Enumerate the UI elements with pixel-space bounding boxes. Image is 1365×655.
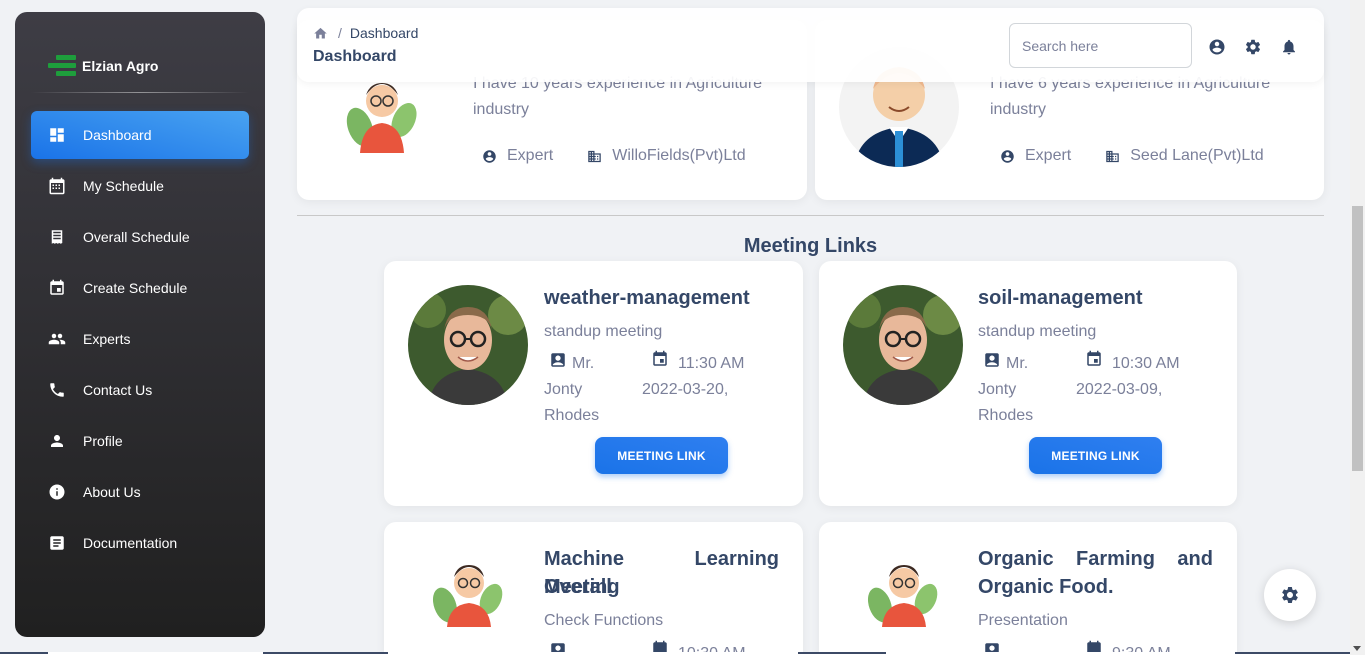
- breadcrumb: / Dashboard: [313, 25, 418, 41]
- sidebar-item-contact-us[interactable]: Contact Us: [31, 366, 249, 414]
- schedule-icon: [47, 176, 67, 196]
- host-last-name: Rhodes: [544, 407, 600, 424]
- top-navbar: / Dashboard Dashboard: [297, 8, 1324, 82]
- expert-role: Expert: [1025, 147, 1072, 164]
- meeting-title-line-2: Organic Food.: [978, 576, 1114, 598]
- meeting-title-line-2: Meeting: [544, 576, 620, 598]
- bell-icon[interactable]: [1280, 38, 1298, 56]
- sidebar-item-profile[interactable]: Profile: [31, 417, 249, 465]
- meeting-type: standup meeting: [978, 323, 1097, 340]
- vertical-scrollbar[interactable]: [1350, 0, 1365, 655]
- gear-icon[interactable]: [1244, 38, 1262, 56]
- scrollbar-thumb[interactable]: [1352, 206, 1363, 471]
- section-divider: [297, 215, 1324, 216]
- sidebar-item-label: Documentation: [83, 535, 178, 551]
- contact-card-icon: [983, 351, 1001, 369]
- meeting-time: 11:30 AM: [678, 355, 745, 372]
- business-icon: [1106, 150, 1119, 162]
- host-first-name: Jonty: [978, 381, 1017, 398]
- account-circle-icon: [1001, 149, 1014, 163]
- page-title: Dashboard: [313, 48, 397, 65]
- section-title: Meeting Links: [743, 235, 878, 257]
- expert-role: Expert: [507, 147, 554, 164]
- people-icon: [47, 329, 67, 349]
- sidebar: Elzian Agro Dashboard My Schedule Overal…: [15, 12, 265, 637]
- meeting-time: 10:30 AM: [1112, 355, 1180, 372]
- sidebar-item-label: Dashboard: [83, 127, 152, 143]
- sidebar-item-label: Contact Us: [83, 382, 153, 398]
- sidebar-item-label: Profile: [83, 433, 123, 449]
- sidebar-item-overall-schedule[interactable]: Overall Schedule: [31, 213, 249, 261]
- meeting-title: weather-management: [544, 287, 750, 309]
- host-avatar: [843, 285, 963, 405]
- host-last-name: Rhodes: [978, 407, 1034, 424]
- meeting-type: Presentation: [978, 612, 1068, 629]
- account-icon[interactable]: [1208, 38, 1226, 56]
- host-title: Mr.: [572, 355, 595, 372]
- sidebar-item-dashboard[interactable]: Dashboard: [31, 111, 249, 159]
- expert-meta: Expert WilloFields(Pvt)Ltd: [482, 147, 746, 165]
- dashboard-icon: [47, 125, 67, 145]
- breadcrumb-separator: /: [338, 25, 342, 41]
- sidebar-divider: [31, 92, 249, 93]
- document-icon: [47, 533, 67, 553]
- event-calendar-icon: [1085, 350, 1103, 368]
- sidebar-item-label: Overall Schedule: [83, 229, 190, 245]
- phone-icon: [47, 380, 67, 400]
- sidebar-item-label: About Us: [83, 484, 141, 500]
- meeting-title-line-1: Organic Farming and: [978, 548, 1213, 570]
- info-icon: [47, 482, 67, 502]
- sidebar-item-documentation[interactable]: Documentation: [31, 519, 249, 567]
- meeting-type: standup meeting: [544, 323, 663, 340]
- host-avatar: [864, 555, 944, 627]
- sidebar-item-label: Experts: [83, 331, 131, 347]
- business-icon: [588, 150, 601, 162]
- expert-company: WilloFields(Pvt)Ltd: [612, 147, 746, 164]
- meeting-title: soil-management: [978, 287, 1143, 309]
- brand-logo-icon: [48, 52, 76, 80]
- meeting-link-button[interactable]: MEETING LINK: [1029, 437, 1162, 474]
- receipt-icon: [47, 227, 67, 247]
- meeting-type: Check Functions: [544, 612, 664, 629]
- home-icon[interactable]: [313, 26, 328, 41]
- sidebar-item-label: My Schedule: [83, 178, 164, 194]
- meeting-date: 2022-03-09,: [1076, 381, 1163, 398]
- sidebar-item-experts[interactable]: Experts: [31, 315, 249, 363]
- meeting-card: Organic Farming and Organic Food. Presen…: [819, 522, 1237, 655]
- brand-name: Elzian Agro: [82, 57, 159, 74]
- sidebar-item-label: Create Schedule: [83, 280, 188, 296]
- gear-icon: [1282, 587, 1298, 603]
- meeting-link-button[interactable]: MEETING LINK: [595, 437, 728, 474]
- person-icon: [47, 431, 67, 451]
- sidebar-item-my-schedule[interactable]: My Schedule: [31, 162, 249, 210]
- meeting-card: weather-management standup meeting Mr. J…: [384, 261, 803, 506]
- account-circle-icon: [483, 149, 496, 163]
- host-first-name: Jonty: [544, 381, 583, 398]
- contact-card-icon: [549, 351, 567, 369]
- meeting-card: Machine Learning Overall Meeting Check F…: [384, 522, 803, 655]
- configurator-button[interactable]: [1264, 569, 1316, 621]
- expert-company: Seed Lane(Pvt)Ltd: [1130, 147, 1264, 164]
- brand[interactable]: Elzian Agro: [15, 12, 265, 92]
- scroll-down-arrow-icon[interactable]: [1353, 646, 1361, 651]
- search-input[interactable]: [1009, 23, 1192, 68]
- sidebar-nav: Dashboard My Schedule Overall Schedule C…: [15, 111, 265, 567]
- event-calendar-icon: [651, 350, 669, 368]
- sidebar-item-create-schedule[interactable]: Create Schedule: [31, 264, 249, 312]
- breadcrumb-current: Dashboard: [349, 25, 419, 41]
- meeting-date: 2022-03-20,: [642, 381, 729, 398]
- calendar-icon: [47, 278, 67, 298]
- host-avatar: [408, 285, 528, 405]
- host-avatar: [429, 555, 509, 627]
- host-title: Mr.: [1006, 355, 1029, 372]
- sidebar-item-about-us[interactable]: About Us: [31, 468, 249, 516]
- meeting-card: soil-management standup meeting Mr. Jont…: [819, 261, 1237, 506]
- expert-meta: Expert Seed Lane(Pvt)Ltd: [1000, 147, 1264, 165]
